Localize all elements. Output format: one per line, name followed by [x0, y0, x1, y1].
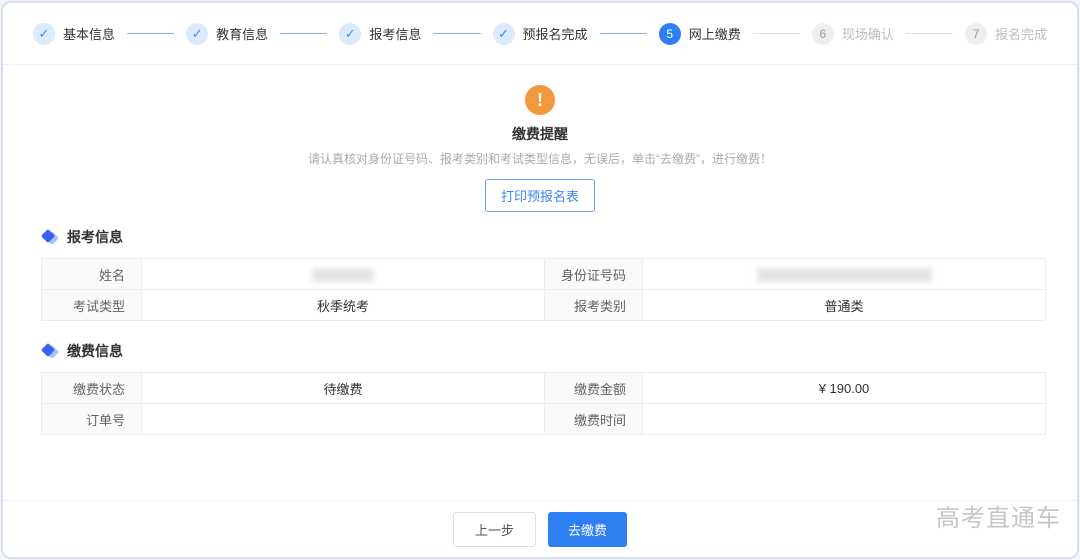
step-label: 网上缴费	[688, 27, 741, 42]
table-row: 缴费状态 待缴费 缴费金额 ¥ 190.00	[41, 372, 1046, 404]
step-label: 预报名完成	[522, 27, 588, 42]
print-pre-registration-form-button[interactable]: 打印预报名表	[484, 179, 595, 212]
field-value-order-number	[141, 403, 545, 435]
field-label: 身份证号码	[544, 258, 643, 290]
step-connector	[433, 33, 481, 34]
step-connector	[280, 33, 328, 34]
application-info-header: 报考信息	[40, 227, 1039, 247]
step-connector	[127, 33, 175, 34]
field-label: 报考类别	[544, 289, 643, 321]
step-number: 5	[658, 22, 681, 45]
check-icon: ✓	[492, 22, 515, 45]
step-online-payment: 5 网上缴费	[658, 22, 741, 45]
field-label: 缴费时间	[544, 403, 643, 435]
field-label: 姓名	[41, 258, 142, 290]
table-row: 订单号 缴费时间	[41, 403, 1046, 435]
footer-actions: 上一步 去缴费	[3, 500, 1077, 557]
redacted-value	[312, 267, 374, 282]
check-icon: ✓	[339, 22, 362, 45]
section-title: 缴费信息	[67, 343, 123, 359]
registration-card: ✓ 基本信息 ✓ 教育信息 ✓ 报考信息 ✓ 预报名完成 5 网上缴费 6 现场…	[1, 1, 1079, 559]
step-label: 现场确认	[841, 27, 894, 42]
table-row: 考试类型 秋季统考 报考类别 普通类	[41, 289, 1046, 321]
diamond-icon	[40, 342, 60, 360]
step-application-info: ✓ 报考信息	[339, 22, 422, 45]
field-value-name	[141, 258, 545, 290]
payment-info-header: 缴费信息	[40, 341, 1039, 361]
step-number: 7	[965, 22, 988, 45]
step-connector	[905, 33, 954, 34]
step-basic-info: ✓ 基本信息	[33, 22, 116, 45]
check-icon: ✓	[186, 22, 209, 45]
step-connector	[599, 33, 647, 34]
field-value-payment-amount: ¥ 190.00	[642, 372, 1046, 404]
field-label: 订单号	[41, 403, 142, 435]
table-row: 姓名 身份证号码	[41, 258, 1046, 290]
payment-reminder: ! 缴费提醒 请认真核对身份证号码、报考类别和考试类型信息，无误后，单击“去缴费…	[3, 65, 1077, 212]
field-value-payment-time	[642, 403, 1046, 435]
step-education-info: ✓ 教育信息	[186, 22, 269, 45]
field-value-id-number	[642, 258, 1046, 290]
progress-stepper: ✓ 基本信息 ✓ 教育信息 ✓ 报考信息 ✓ 预报名完成 5 网上缴费 6 现场…	[3, 3, 1077, 65]
field-label: 考试类型	[41, 289, 142, 321]
step-connector	[752, 33, 800, 34]
step-registration-done: 7 报名完成	[965, 22, 1048, 45]
redacted-value	[756, 267, 932, 282]
check-icon: ✓	[33, 22, 55, 45]
field-value-payment-status: 待缴费	[141, 372, 545, 404]
step-label: 基本信息	[63, 27, 116, 42]
previous-step-button[interactable]: 上一步	[452, 511, 536, 547]
step-number: 6	[811, 22, 834, 45]
exclamation-icon: !	[525, 85, 555, 115]
field-label: 缴费状态	[41, 372, 142, 404]
notice-title: 缴费提醒	[512, 126, 568, 142]
application-info-table: 姓名 身份证号码 考试类型 秋季统考 报考类别 普通类	[41, 258, 1046, 321]
go-pay-button[interactable]: 去缴费	[548, 511, 628, 547]
field-label: 缴费金额	[544, 372, 643, 404]
section-title: 报考信息	[67, 229, 123, 245]
step-label: 教育信息	[216, 27, 269, 42]
step-pre-registration-done: ✓ 预报名完成	[492, 22, 588, 45]
diamond-icon	[40, 228, 60, 246]
step-label: 报考信息	[369, 27, 422, 42]
field-value-category: 普通类	[642, 289, 1046, 321]
watermark: 高考直通车	[936, 506, 1061, 532]
step-label: 报名完成	[995, 27, 1048, 42]
payment-info-table: 缴费状态 待缴费 缴费金额 ¥ 190.00 订单号 缴费时间	[41, 372, 1046, 435]
step-onsite-confirmation: 6 现场确认	[811, 22, 894, 45]
field-value-exam-type: 秋季统考	[141, 289, 545, 321]
notice-description: 请认真核对身份证号码、报考类别和考试类型信息，无误后，单击“去缴费”，进行缴费！	[308, 152, 772, 166]
